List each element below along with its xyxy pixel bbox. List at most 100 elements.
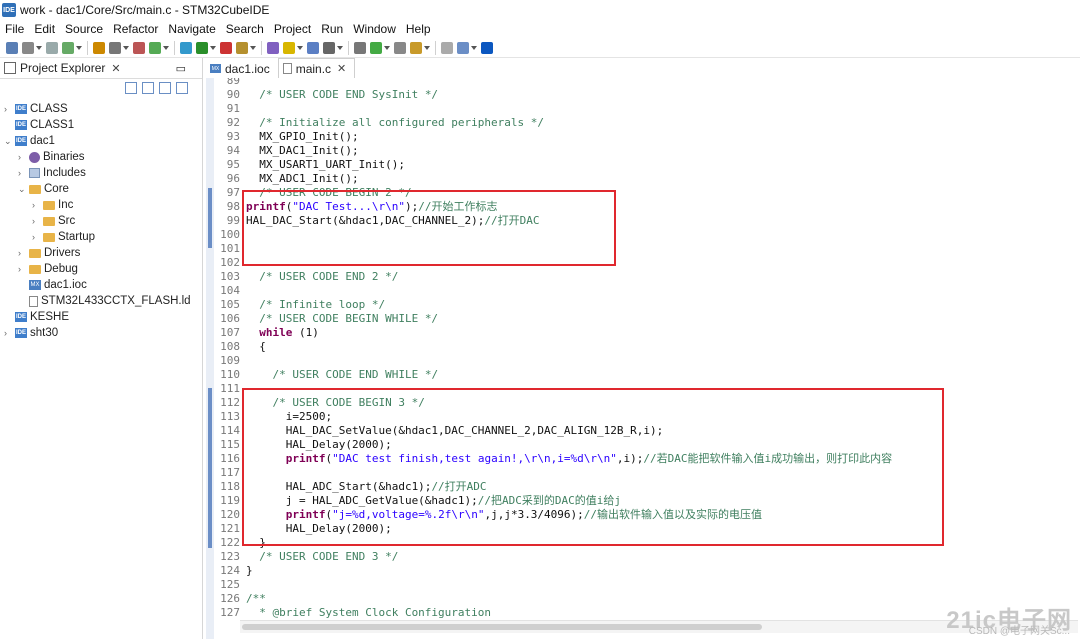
- code-text: }: [246, 563, 253, 577]
- link-editor-icon[interactable]: [142, 82, 154, 94]
- toolbar-button-icon[interactable]: [307, 41, 319, 54]
- tree-item-startup[interactable]: › Startup: [32, 229, 95, 245]
- tree-item-stm32l433cctx-flash-ld[interactable]: STM32L433CCTX_FLASH.ld: [18, 293, 191, 309]
- tree-item-class1[interactable]: IDE CLASS1: [4, 117, 74, 133]
- menu-navigate[interactable]: Navigate: [163, 22, 220, 36]
- collapsed-chevron-icon[interactable]: ›: [32, 216, 40, 226]
- toolbar-button-icon[interactable]: [457, 41, 469, 54]
- collapsed-chevron-icon[interactable]: ›: [32, 232, 40, 242]
- collapsed-chevron-icon[interactable]: ›: [4, 328, 12, 338]
- overview-ruler: [206, 78, 214, 639]
- tree-item-includes[interactable]: › Includes: [18, 165, 86, 181]
- code-line: 92 /* Initialize all configured peripher…: [214, 115, 544, 129]
- tree-item-dac1[interactable]: ⌄ IDE dac1: [4, 133, 55, 149]
- toolbar-separator: [261, 40, 262, 55]
- code-text: /* USER CODE END 2 */: [259, 269, 399, 283]
- menu-project[interactable]: Project: [269, 22, 316, 36]
- menu-search[interactable]: Search: [221, 22, 269, 36]
- collapsed-chevron-icon[interactable]: ›: [18, 152, 26, 162]
- view-menu-icon[interactable]: [176, 82, 188, 94]
- toolbar-button-icon[interactable]: [180, 41, 192, 54]
- dropdown-caret-icon[interactable]: [210, 45, 216, 50]
- tree-item-sht30[interactable]: › IDE sht30: [4, 325, 58, 341]
- toolbar-button-icon[interactable]: [354, 41, 366, 54]
- tab-dac1-ioc[interactable]: MX dac1.ioc: [206, 59, 278, 78]
- line-number: 117: [220, 465, 240, 479]
- tree-item-core[interactable]: ⌄ Core: [18, 181, 69, 197]
- toolbar-button-icon[interactable]: [394, 41, 406, 54]
- code-editor[interactable]: 89 90 /* USER CODE END SysInit */91 92 /* …: [206, 78, 1080, 639]
- tree-item-class[interactable]: › IDE CLASS: [4, 101, 68, 117]
- dropdown-caret-icon[interactable]: [123, 45, 129, 50]
- toolbar-button-icon[interactable]: [370, 41, 382, 54]
- dropdown-caret-icon[interactable]: [76, 45, 82, 50]
- collapsed-chevron-icon[interactable]: ›: [18, 248, 26, 258]
- tree-item-label: dac1: [30, 135, 55, 147]
- collapsed-chevron-icon[interactable]: ›: [4, 104, 12, 114]
- toolbar-button-icon[interactable]: [196, 41, 208, 54]
- dropdown-caret-icon[interactable]: [163, 45, 169, 50]
- folder-icon: [43, 216, 55, 226]
- tab-main-c[interactable]: main.c ✕: [277, 58, 356, 78]
- tree-item-drivers[interactable]: › Drivers: [18, 245, 80, 261]
- menu-run[interactable]: Run: [316, 22, 348, 36]
- toolbar-button-icon[interactable]: [441, 41, 453, 54]
- menu-file[interactable]: File: [0, 22, 29, 36]
- toolbar-separator: [87, 40, 88, 55]
- tree-item-inc[interactable]: › Inc: [32, 197, 73, 213]
- dropdown-caret-icon[interactable]: [297, 45, 303, 50]
- dropdown-caret-icon[interactable]: [337, 45, 343, 50]
- toolbar-button-icon[interactable]: [236, 41, 248, 54]
- collapse-all-icon[interactable]: [125, 82, 137, 94]
- toolbar-separator: [435, 40, 436, 55]
- dropdown-caret-icon[interactable]: [471, 45, 477, 50]
- gear-icon: [29, 151, 40, 163]
- menu-edit[interactable]: Edit: [29, 22, 60, 36]
- close-icon[interactable]: ✕: [111, 62, 120, 75]
- tree-item-debug[interactable]: › Debug: [18, 261, 78, 277]
- close-icon[interactable]: ✕: [337, 62, 346, 75]
- tree-item-dac1-ioc[interactable]: MX dac1.ioc: [18, 277, 87, 293]
- toolbar-button-icon[interactable]: [481, 41, 493, 54]
- menu-help[interactable]: Help: [401, 22, 436, 36]
- toolbar-button-icon[interactable]: [323, 41, 335, 54]
- line-number: 125: [220, 577, 240, 591]
- toolbar-button-icon[interactable]: [133, 41, 145, 54]
- toolbar-button-icon[interactable]: [149, 41, 161, 54]
- toolbar-button-icon[interactable]: [410, 41, 422, 54]
- dropdown-caret-icon[interactable]: [250, 45, 256, 50]
- dropdown-caret-icon[interactable]: [424, 45, 430, 50]
- toolbar-button-icon[interactable]: [22, 41, 34, 54]
- menu-source[interactable]: Source: [60, 22, 108, 36]
- tree-item-binaries[interactable]: › Binaries: [18, 149, 85, 165]
- toolbar-button-icon[interactable]: [267, 41, 279, 54]
- toolbar-button-icon[interactable]: [6, 41, 18, 54]
- toolbar-button-icon[interactable]: [62, 41, 74, 54]
- toolbar-button-icon[interactable]: [46, 41, 58, 54]
- toolbar-button-icon[interactable]: [109, 41, 121, 54]
- collapsed-chevron-icon[interactable]: ›: [18, 168, 26, 178]
- collapsed-chevron-icon[interactable]: ›: [18, 264, 26, 274]
- scrollbar-thumb[interactable]: [242, 624, 762, 630]
- code-text: * @brief System Clock Configuration: [246, 605, 492, 619]
- dropdown-caret-icon[interactable]: [36, 45, 42, 50]
- project-explorer-tab[interactable]: Project Explorer ✕ ▭: [0, 58, 202, 79]
- toolbar-button-icon[interactable]: [220, 41, 232, 54]
- expanded-chevron-icon[interactable]: ⌄: [18, 184, 26, 195]
- expanded-chevron-icon[interactable]: ⌄: [4, 136, 12, 147]
- code-line: 107 while (1): [214, 325, 319, 339]
- filter-icon[interactable]: [159, 82, 171, 94]
- tree-item-keshe[interactable]: IDE KESHE: [4, 309, 69, 325]
- dropdown-caret-icon[interactable]: [384, 45, 390, 50]
- minimize-icon[interactable]: ▭: [176, 62, 186, 75]
- tree-item-src[interactable]: › Src: [32, 213, 75, 229]
- ide-logo-icon: IDE: [2, 3, 16, 17]
- toolbar-button-icon[interactable]: [283, 41, 295, 54]
- code-line: 109: [214, 353, 246, 367]
- toolbar-button-icon[interactable]: [93, 41, 105, 54]
- menu-refactor[interactable]: Refactor: [108, 22, 163, 36]
- code-line: 110 /* USER CODE END WHILE */: [214, 367, 438, 381]
- collapsed-chevron-icon[interactable]: ›: [32, 200, 40, 210]
- window-title: work - dac1/Core/Src/main.c - STM32CubeI…: [20, 3, 270, 17]
- menu-window[interactable]: Window: [348, 22, 401, 36]
